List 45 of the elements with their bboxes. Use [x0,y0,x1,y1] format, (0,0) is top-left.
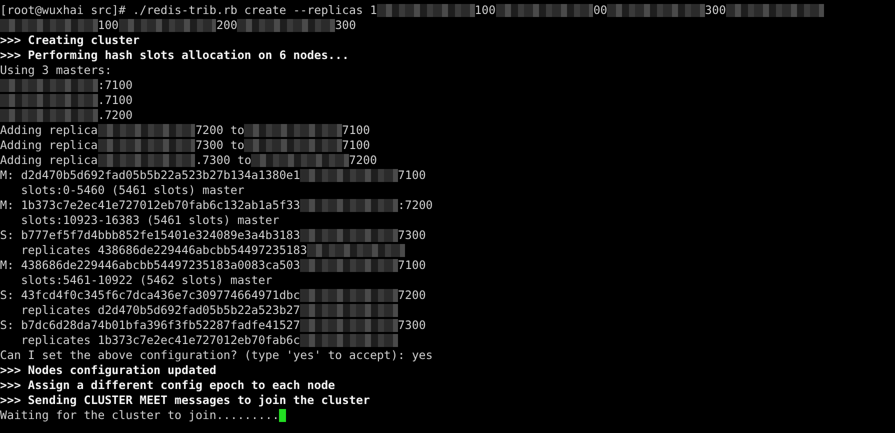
terminal-text: S: 43fcd4f0c345f6c7dca436e7c309774664971dbc [0,288,300,303]
terminal-text: >>> Sending CLUSTER MEET messages to join the cluster [0,393,370,408]
terminal-text: >>> Creating cluster [0,33,140,48]
terminal-text: 7100 [342,138,370,153]
terminal-text: 7100 [342,123,370,138]
terminal-text: Waiting for the cluster to join......... [0,408,280,423]
terminal-text: >>> Performing hash slots allocation on 6 nodes... [0,48,350,63]
terminal-text: 100 [98,18,119,33]
terminal-text: Can I set the above configuration? (type 'yes' to accept): yes [0,348,433,363]
terminal-text: Adding replica [0,123,98,138]
terminal-text: .7300 to [195,153,252,168]
terminal-text: :7200 [398,198,433,213]
terminal-text: M: 1b373c7e2ec41e727012eb70fab6c132ab1a5f33 [0,198,300,213]
terminal-text: 300 [705,3,726,18]
terminal-text: 7300 [398,318,426,333]
terminal-text: >>> Assign a different config epoch to each node [0,378,336,393]
terminal-text: [root@wuxhai src]# ./redis-trib.rb create --replicas 1 [0,3,377,18]
terminal-text: 7200 to [195,123,244,138]
terminal-text: replicates d2d470b5d692fad05b5b22a523b27 [20,303,300,318]
terminal-text: .7100 [98,93,133,108]
terminal-text: 7300 [398,228,426,243]
terminal-text: slots:5461-10922 (5462 slots) master [20,273,272,288]
terminal-text: 7100 [398,258,426,273]
terminal-text: M: d2d470b5d692fad05b5b22a523b27b134a1380e1 [0,168,300,183]
terminal-text: 7200 [349,153,377,168]
terminal-text: Adding replica [0,153,98,168]
terminal-text: M: 438686de229446abcbb54497235183a0083ca503 [0,258,300,273]
terminal-text: replicates 438686de229446abcbb54497235183 [20,243,308,258]
terminal-text: slots:0-5460 (5461 slots) master [20,183,244,198]
terminal-text: 100 [474,3,496,18]
terminal-text: 300 [335,18,356,33]
terminal-text: .7200 [98,108,133,123]
terminal-text: Using 3 masters: [0,63,112,78]
terminal-text: S: b7dc6d28da74b01bfa396f3fb52287fadfe41527 [0,318,300,333]
terminal-text: 00 [593,3,608,18]
terminal-text: >>> Nodes configuration updated [0,363,216,378]
terminal-text: 7200 [398,288,426,303]
terminal-text: S: b777ef5f7d4bbb852fe15401e324089e3a4b3183 [0,228,300,243]
terminal-text: Adding replica [0,138,98,153]
terminal-text: 7300 to [195,138,244,153]
terminal-text: 7100 [398,168,426,183]
terminal-text: replicates 1b373c7e2ec41e727012eb70fab6c [20,333,300,348]
terminal-text: slots:10923-16383 (5461 slots) master [20,213,280,228]
terminal-text: 200 [216,18,238,33]
terminal-text: :7100 [98,78,133,93]
